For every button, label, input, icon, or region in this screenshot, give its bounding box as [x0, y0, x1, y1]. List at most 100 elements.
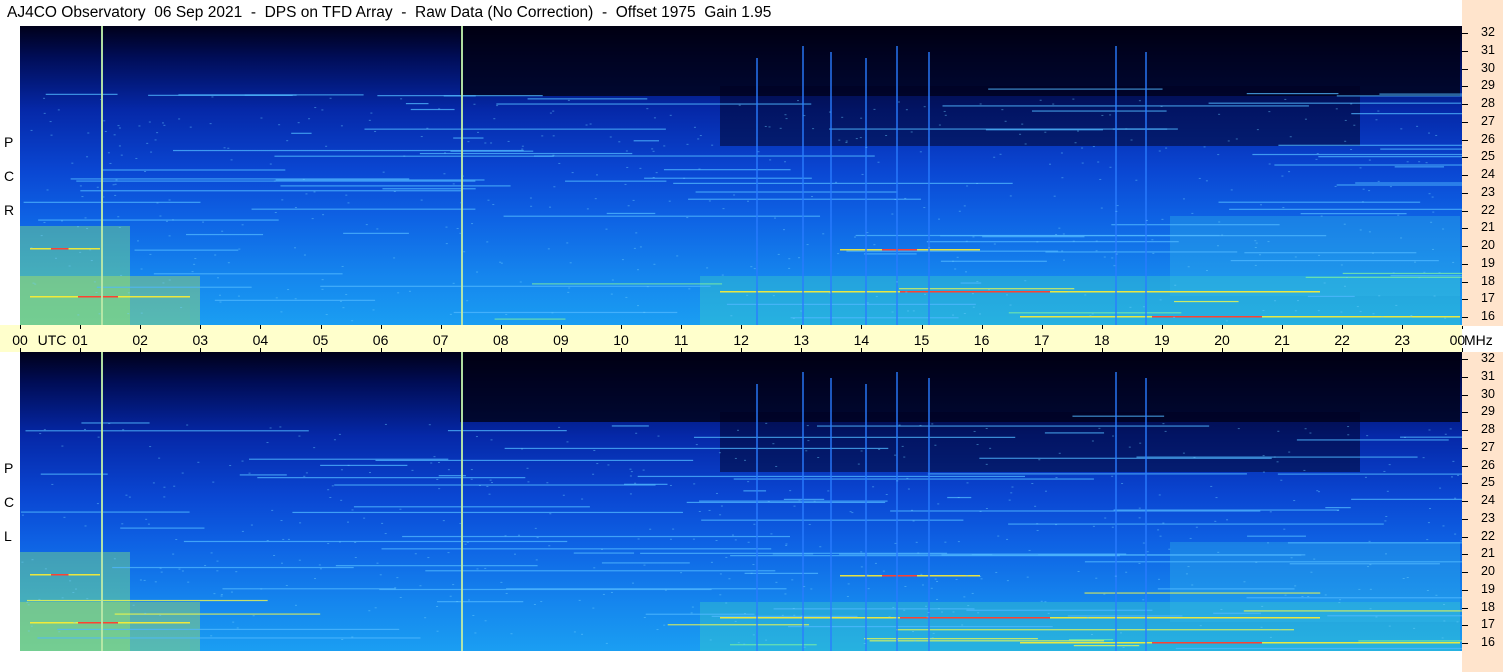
lcp-freq-tick: [1462, 589, 1468, 591]
noise-speck: [159, 567, 162, 569]
noise-speck: [71, 162, 74, 164]
noise-speck: [489, 479, 492, 481]
rfi-line: [940, 235, 1327, 237]
noise-speck: [287, 538, 290, 540]
noise-speck: [1261, 605, 1264, 607]
rfi-line: [941, 554, 1302, 556]
rcp-freq-label: 21: [1481, 220, 1495, 235]
rfi-line: [673, 182, 1013, 184]
noise-speck: [1400, 128, 1403, 130]
noise-speck: [529, 197, 532, 199]
noise-speck: [643, 616, 646, 618]
noise-speck: [1081, 162, 1084, 164]
rfi-line: [601, 562, 690, 564]
noise-speck: [197, 461, 200, 463]
burst-line: [802, 372, 804, 651]
noise-speck: [1410, 316, 1413, 318]
rfi-line: [1277, 473, 1462, 475]
noise-speck: [500, 262, 503, 264]
noise-speck: [1289, 136, 1292, 138]
rfi-line: [275, 179, 485, 181]
noise-speck: [51, 483, 54, 485]
noise-speck: [966, 482, 969, 484]
noise-speck: [747, 200, 750, 202]
noise-speck: [1195, 526, 1198, 528]
noise-speck: [191, 271, 194, 273]
noise-speck: [43, 97, 46, 99]
noise-speck: [39, 433, 42, 435]
noise-speck: [1113, 265, 1116, 267]
noise-speck: [447, 469, 450, 471]
noise-speck: [621, 259, 624, 261]
noise-speck: [476, 568, 479, 570]
noise-speck: [160, 571, 163, 573]
noise-speck: [463, 251, 466, 253]
noise-speck: [1385, 553, 1388, 555]
noise-speck: [1344, 140, 1347, 142]
noise-speck: [784, 161, 787, 163]
noise-speck: [1189, 537, 1192, 539]
rfi-line: [573, 552, 635, 554]
noise-speck: [905, 291, 908, 293]
utc-tick: [500, 325, 502, 329]
rfi-line: [979, 457, 1272, 459]
noise-speck: [393, 190, 396, 192]
noise-speck: [414, 553, 417, 555]
noise-speck: [568, 287, 571, 289]
utc-hour-label: 17: [1033, 332, 1050, 348]
noise-speck: [484, 142, 487, 144]
noise-speck: [595, 174, 598, 176]
noise-speck: [345, 194, 348, 196]
noise-speck: [1397, 214, 1400, 216]
noise-speck: [490, 439, 493, 441]
noise-speck: [979, 575, 982, 577]
noise-speck: [79, 185, 82, 187]
noise-speck: [957, 541, 960, 543]
noise-speck: [1125, 128, 1128, 130]
noise-speck: [669, 114, 672, 116]
noise-speck: [115, 179, 118, 181]
rfi-line: [81, 422, 150, 424]
noise-speck: [602, 593, 605, 595]
noise-speck: [1371, 252, 1374, 254]
noise-speck: [872, 486, 875, 488]
rfi-line: [239, 474, 287, 476]
noise-speck: [897, 638, 900, 640]
noise-speck: [21, 514, 24, 516]
lcp-freq-tick: [1462, 447, 1468, 449]
lcp-panel-texture: [20, 352, 1462, 651]
noise-speck: [793, 614, 796, 616]
rfi-line: [1229, 208, 1462, 210]
noise-speck: [1187, 566, 1190, 568]
rfi-line: [1305, 276, 1462, 278]
noise-speck: [956, 256, 959, 258]
rcp-freq-tick: [1462, 281, 1468, 283]
rfi-line: [1390, 275, 1462, 277]
noise-speck: [135, 157, 138, 159]
rfi-line: [1394, 166, 1445, 168]
utc-tick: [741, 348, 743, 352]
noise-speck: [1443, 620, 1446, 622]
noise-speck: [149, 446, 152, 448]
utc-tick: [260, 348, 262, 352]
noise-speck: [1044, 601, 1047, 603]
noise-speck: [936, 580, 939, 582]
noise-speck: [1416, 125, 1419, 127]
noise-speck: [227, 262, 230, 264]
noise-speck: [1182, 452, 1185, 454]
hot-streak: [51, 248, 69, 250]
noise-speck: [327, 543, 330, 545]
noise-speck: [1036, 241, 1039, 243]
noise-speck: [471, 223, 474, 225]
noise-speck: [828, 292, 831, 294]
noise-speck: [163, 496, 166, 498]
utc-tick: [1041, 348, 1043, 352]
rcp-freq-tick: [1462, 33, 1468, 34]
noise-speck: [1039, 99, 1042, 101]
noise-speck: [340, 125, 343, 127]
noise-speck: [530, 205, 533, 207]
utc-tick: [681, 348, 683, 352]
noise-speck: [1235, 138, 1238, 140]
noise-speck: [1288, 451, 1291, 453]
noise-speck: [1218, 221, 1221, 223]
